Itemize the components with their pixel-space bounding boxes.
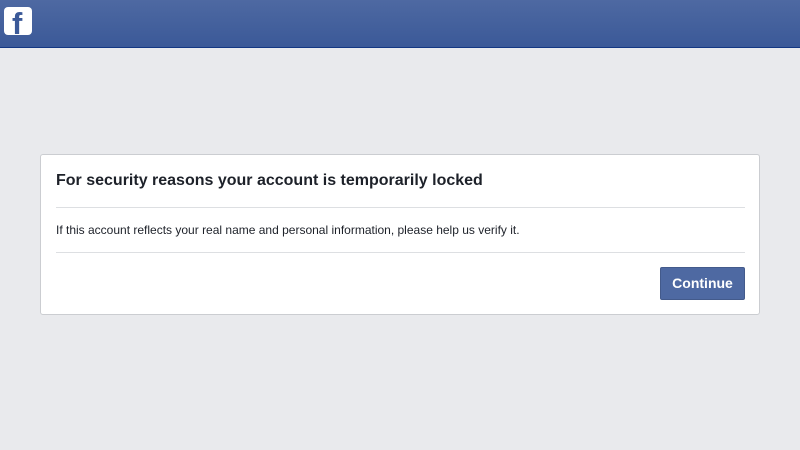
dialog-message: If this account reflects your real name … <box>56 223 520 237</box>
footer-divider <box>56 252 745 253</box>
title-divider <box>56 207 745 208</box>
top-bar: f <box>0 0 800 48</box>
continue-button[interactable]: Continue <box>660 267 745 300</box>
logo-letter: f <box>12 7 23 35</box>
facebook-logo-icon[interactable]: f <box>4 7 32 35</box>
account-locked-dialog: For security reasons your account is tem… <box>40 154 760 315</box>
dialog-title: For security reasons your account is tem… <box>56 172 483 189</box>
